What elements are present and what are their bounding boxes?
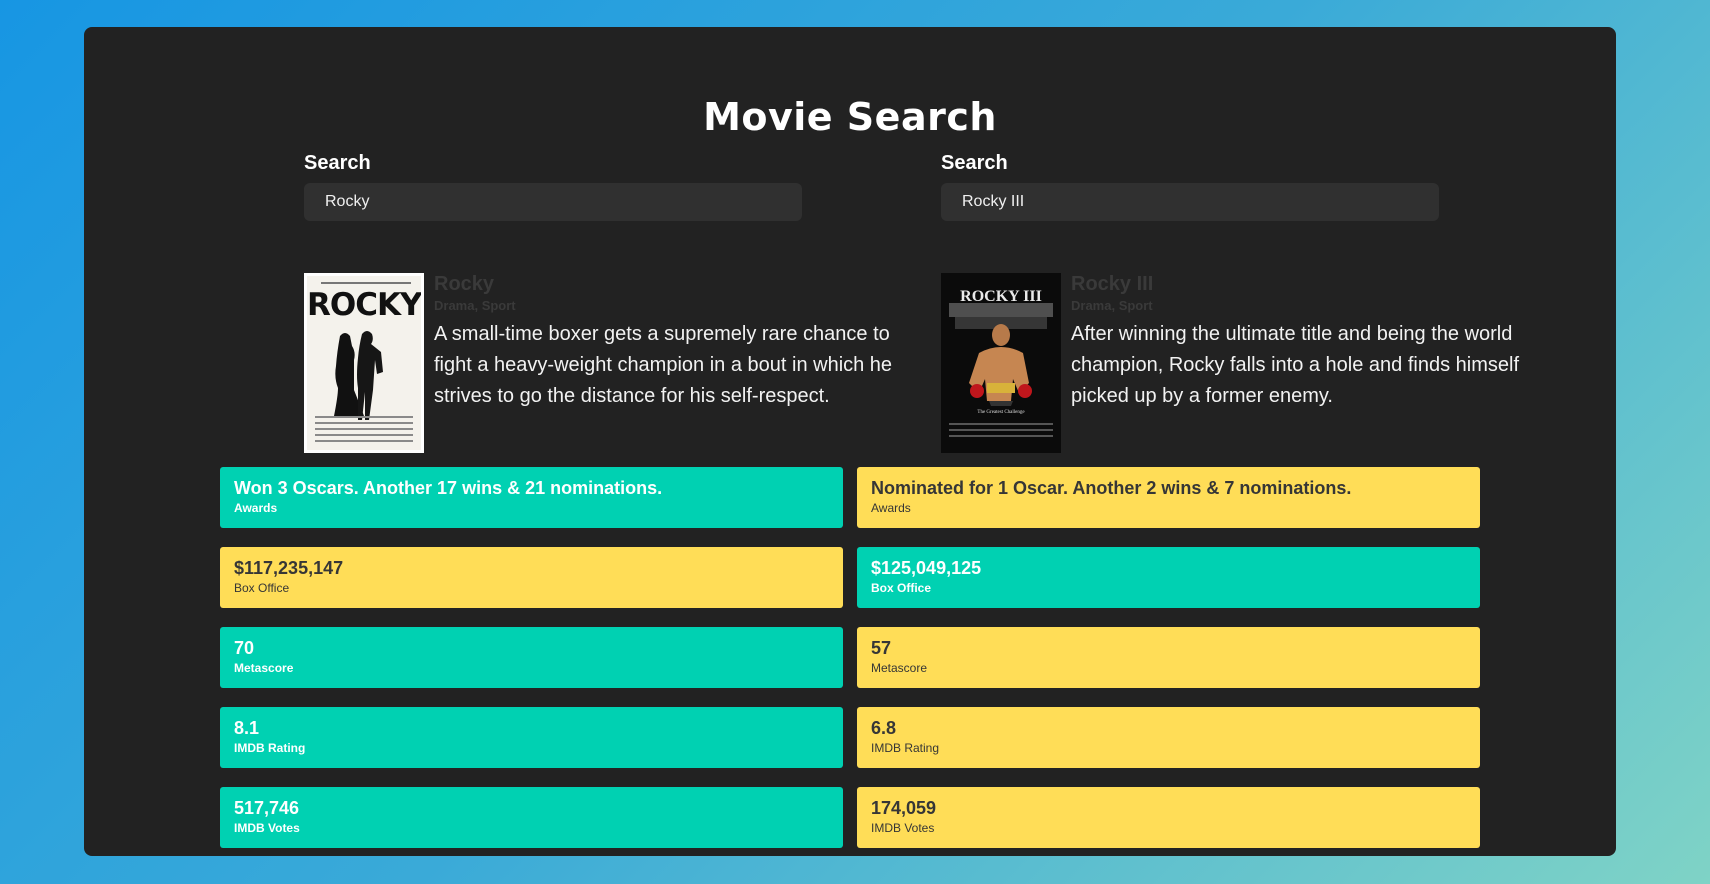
- stat-value: 6.8: [871, 718, 897, 738]
- stat-value: 57: [871, 638, 892, 658]
- right-column: Search ROCKY III The Greatest Challenge: [941, 152, 1564, 453]
- left-stats: Won 3 Oscars. Another 17 wins & 21 nomin…: [220, 467, 843, 867]
- stat-awards: Nominated for 1 Oscar. Another 2 wins & …: [857, 467, 1480, 528]
- stat-label: Awards: [234, 501, 278, 515]
- movie-info: Rocky Drama, Sport A small-time boxer ge…: [434, 273, 927, 412]
- movie-summary: ROCKY III The Greatest Challenge Rocky I…: [941, 273, 1564, 453]
- boxer-figure-icon: [949, 303, 1053, 406]
- app-card: Movie Search Search ROCKY Rocky Drama, S: [84, 27, 1616, 856]
- search-label: Search: [304, 152, 371, 174]
- movie-plot: After winning the ultimate title and bei…: [1071, 323, 1520, 407]
- search-label: Search: [941, 152, 1008, 174]
- movie-genre: Drama, Sport: [1071, 298, 1153, 313]
- stat-label: Awards: [871, 501, 911, 515]
- stat-value: 8.1: [234, 718, 260, 738]
- stat-label: Box Office: [234, 581, 290, 595]
- stat-label: Box Office: [871, 581, 932, 595]
- stat-box-office: $117,235,147 Box Office: [220, 547, 843, 608]
- stat-label: IMDB Votes: [871, 821, 935, 835]
- stat-label: IMDB Rating: [234, 741, 306, 755]
- stat-value: 174,059: [871, 798, 937, 818]
- movie-genre: Drama, Sport: [434, 298, 516, 313]
- movie-poster: ROCKY: [304, 273, 424, 453]
- stat-value: $125,049,125: [871, 558, 982, 578]
- poster-tagline: The Greatest Challenge: [977, 410, 1025, 415]
- stat-label: Metascore: [871, 661, 928, 675]
- movie-info: Rocky III Drama, Sport After winning the…: [1071, 273, 1564, 412]
- stat-metascore: 57 Metascore: [857, 627, 1480, 688]
- movie-title: Rocky: [434, 273, 495, 295]
- stat-label: Metascore: [234, 661, 294, 675]
- stat-label: IMDB Votes: [234, 821, 300, 835]
- left-column: Search ROCKY Rocky Drama, Sport A small-…: [304, 152, 927, 453]
- stat-label: IMDB Rating: [871, 741, 940, 755]
- stat-value: Won 3 Oscars. Another 17 wins & 21 nomin…: [234, 478, 663, 498]
- right-stats: Nominated for 1 Oscar. Another 2 wins & …: [857, 467, 1480, 867]
- stat-imdb-votes: 174,059 IMDB Votes: [857, 787, 1480, 848]
- stat-box-office: $125,049,125 Box Office: [857, 547, 1480, 608]
- page-title: Movie Search: [703, 95, 997, 139]
- movie-summary: ROCKY Rocky Drama, Sport A small-time bo…: [304, 273, 927, 453]
- movie-poster: ROCKY III The Greatest Challenge: [941, 273, 1061, 453]
- stat-value: Nominated for 1 Oscar. Another 2 wins & …: [871, 478, 1352, 498]
- stat-value: 517,746: [234, 798, 300, 818]
- stat-imdb-rating: 6.8 IMDB Rating: [857, 707, 1480, 768]
- stat-awards: Won 3 Oscars. Another 17 wins & 21 nomin…: [220, 467, 843, 528]
- stat-value: $117,235,147: [234, 558, 344, 578]
- stat-imdb-votes: 517,746 IMDB Votes: [220, 787, 843, 848]
- search-input-right[interactable]: [941, 183, 1439, 221]
- movie-plot: A small-time boxer gets a supremely rare…: [434, 323, 893, 407]
- movie-title: Rocky III: [1071, 273, 1154, 295]
- stat-value: 70: [234, 638, 255, 658]
- search-input-left[interactable]: [304, 183, 802, 221]
- stat-metascore: 70 Metascore: [220, 627, 843, 688]
- stat-imdb-rating: 8.1 IMDB Rating: [220, 707, 843, 768]
